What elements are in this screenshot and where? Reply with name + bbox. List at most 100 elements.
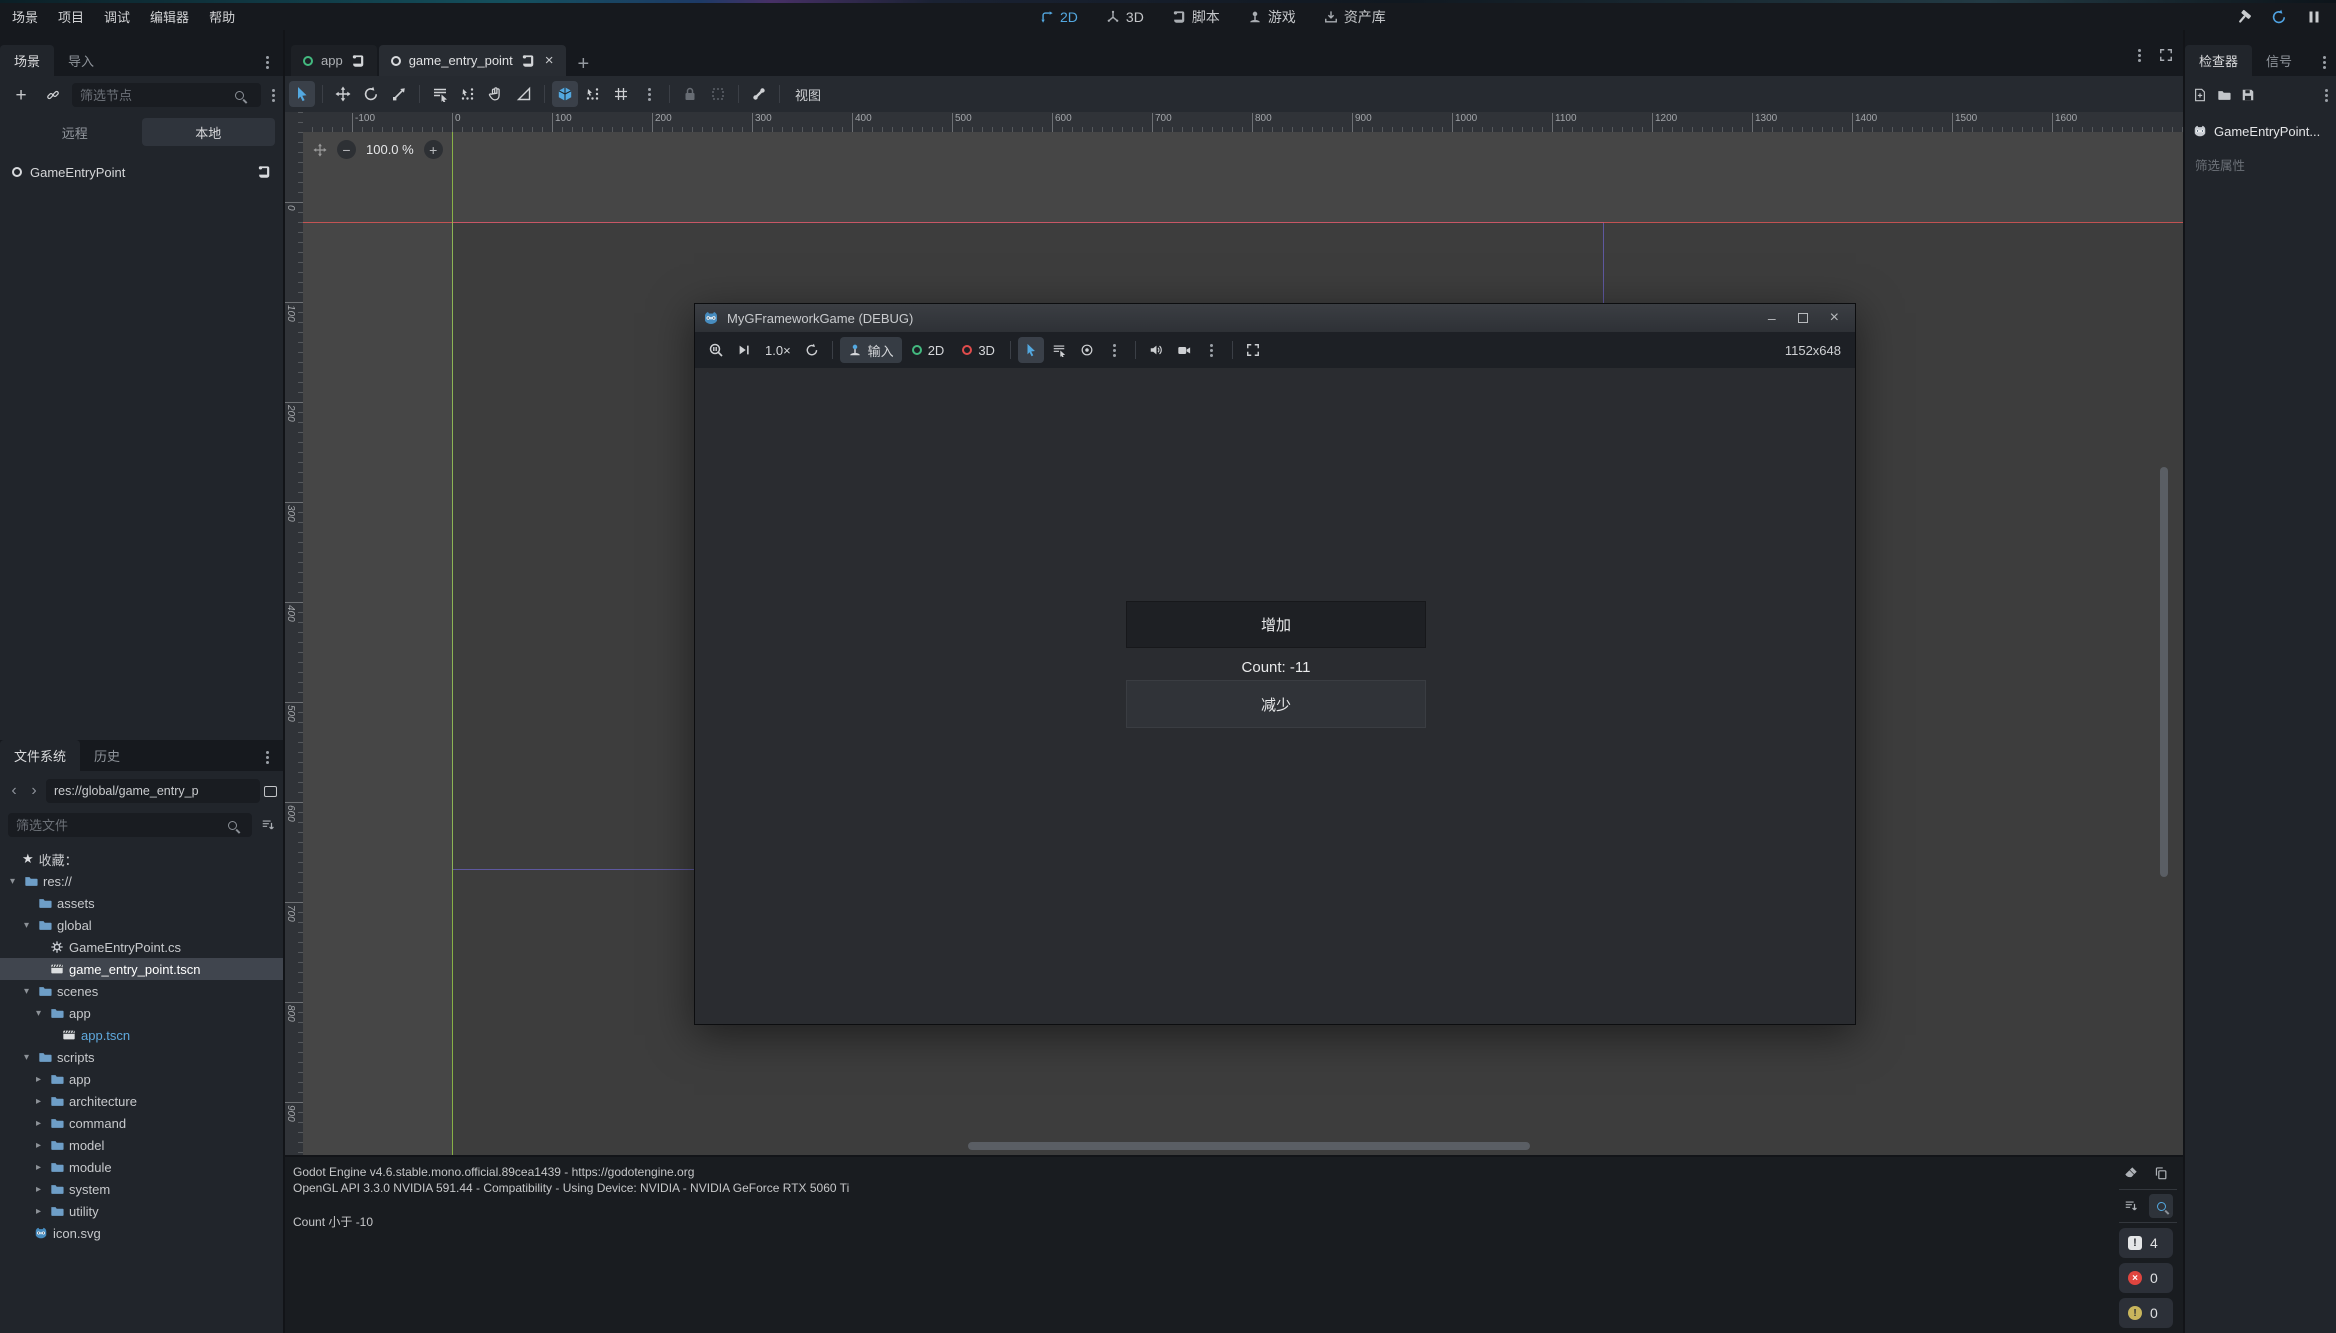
grid-snap-button[interactable] [608,81,634,107]
zoom-in-button[interactable]: + [424,140,443,159]
speed-label[interactable]: 1.0× [759,343,797,358]
chevron-right-icon[interactable]: ▸ [32,1140,45,1151]
embed-fullscreen-button[interactable] [1240,337,1266,363]
tree-item-system[interactable]: ▸system [0,1178,283,1200]
restart-icon[interactable] [2271,9,2287,25]
workspace-2d[interactable]: 2D [1040,9,1078,25]
tree-item-scenes[interactable]: ▾scenes [0,980,283,1002]
filesystem-menu-icon[interactable] [266,756,269,759]
scene-dock-menu-icon[interactable] [266,61,269,64]
tree-item-scripts-app[interactable]: ▸app [0,1068,283,1090]
select-tool-button[interactable] [289,81,315,107]
center-view-icon[interactable] [313,143,327,157]
new-resource-icon[interactable] [2193,88,2207,102]
expand-editor-icon[interactable] [2159,48,2173,62]
next-frame-button[interactable] [731,337,757,363]
increase-button[interactable]: 增加 [1126,601,1426,648]
tree-item-model[interactable]: ▸model [0,1134,283,1156]
menu-project[interactable]: 项目 [48,3,94,30]
tree-item-utility[interactable]: ▸utility [0,1200,283,1222]
debug-2d-button[interactable]: 2D [904,337,953,363]
snap-menu-button[interactable] [636,81,662,107]
scene-tree-root-node[interactable]: GameEntryPoint [4,160,279,184]
chevron-down-icon[interactable]: ▾ [32,1008,45,1019]
scene-tree-menu-icon[interactable] [272,94,275,97]
menu-scene[interactable]: 场景 [2,3,48,30]
lock-node-button[interactable] [677,81,703,107]
tree-item-architecture[interactable]: ▸architecture [0,1090,283,1112]
workspace-assetlib[interactable]: 资产库 [1324,7,1386,27]
menu-debug[interactable]: 调试 [94,3,140,30]
tab-signals[interactable]: 信号 [2252,45,2306,76]
path-field[interactable] [46,779,260,803]
group-node-button[interactable] [705,81,731,107]
tree-item-global[interactable]: ▾global [0,914,283,936]
tab-inspector[interactable]: 检查器 [2185,45,2252,76]
tree-item-module[interactable]: ▸module [0,1156,283,1178]
chevron-right-icon[interactable]: ▸ [32,1206,45,1217]
copy-output-button[interactable] [2149,1161,2173,1185]
tab-import[interactable]: 导入 [54,45,108,76]
camera-override-button[interactable] [1171,337,1197,363]
error-count-badge[interactable]: × 0 [2119,1263,2173,1293]
menu-editor[interactable]: 编辑器 [140,3,199,30]
debug-3d-button[interactable]: 3D [954,337,1003,363]
move-tool-button[interactable] [330,81,356,107]
inspected-node-row[interactable]: GameEntryPoint... [2185,118,2336,144]
search-output-button[interactable] [2149,1194,2173,1218]
debug-break-button[interactable] [703,337,729,363]
tab-filesystem[interactable]: 文件系统 [0,740,80,771]
resource-menu-icon[interactable] [2325,94,2328,97]
right-splitter[interactable] [2183,30,2185,1333]
chevron-right-icon[interactable]: ▸ [32,1118,45,1129]
tree-item-gameentrypoint-cs[interactable]: GameEntryPoint.cs [0,936,283,958]
workspace-3d[interactable]: 3D [1106,9,1144,25]
list-select-button[interactable] [427,81,453,107]
workspace-script[interactable]: 脚本 [1172,7,1220,27]
tree-item-scripts[interactable]: ▾scripts [0,1046,283,1068]
left-splitter[interactable] [283,30,285,1333]
tree-item-res-root[interactable]: ▾res:// [0,870,283,892]
list-select-button[interactable] [1046,337,1072,363]
pan-tool-button[interactable] [483,81,509,107]
tree-item-game-entry-point-tscn[interactable]: game_entry_point.tscn [0,958,283,980]
reset-speed-button[interactable] [799,337,825,363]
instance-scene-button[interactable] [40,82,66,108]
pause-icon[interactable] [2306,9,2322,25]
warning-count-badge[interactable]: ! 0 [2119,1298,2173,1328]
inspector-menu-icon[interactable] [2323,61,2326,64]
tab-game-entry-point-scene[interactable]: game_entry_point × [379,45,566,76]
local-button[interactable]: 本地 [142,118,276,146]
tree-item-app-tscn[interactable]: app.tscn [0,1024,283,1046]
chevron-down-icon[interactable]: ▾ [6,876,19,887]
chevron-right-icon[interactable]: ▸ [32,1074,45,1085]
tree-item-command[interactable]: ▸command [0,1112,283,1134]
filter-files-input[interactable] [8,813,252,837]
nav-back-icon[interactable]: ‹ [6,782,22,800]
tree-item-scenes-app[interactable]: ▾app [0,1002,283,1024]
snap-options-button[interactable] [580,81,606,107]
save-resource-icon[interactable] [2241,88,2255,102]
message-count-badge[interactable]: ! 4 [2119,1228,2173,1258]
attached-script-icon[interactable] [257,165,271,179]
chevron-right-icon[interactable]: ▸ [32,1184,45,1195]
mute-audio-button[interactable] [1143,337,1169,363]
add-node-button[interactable]: + [8,82,34,108]
close-tab-icon[interactable]: × [545,52,554,69]
tab-history[interactable]: 历史 [80,740,134,771]
new-tab-button[interactable]: + [578,53,590,76]
view-menu-button[interactable]: 视图 [787,85,829,104]
ruler-tool-button[interactable] [511,81,537,107]
chevron-down-icon[interactable]: ▾ [20,920,33,931]
zoom-out-button[interactable]: − [337,140,356,159]
game-window-titlebar[interactable]: MyGFrameworkGame (DEBUG) – × [695,304,1855,332]
decrease-button[interactable]: 减少 [1126,680,1426,728]
workspace-game[interactable]: 游戏 [1248,7,1296,27]
snap-select-button[interactable] [455,81,481,107]
maximize-icon[interactable] [1798,313,1808,323]
menu-help[interactable]: 帮助 [199,3,245,30]
smart-snap-button[interactable] [552,81,578,107]
chevron-down-icon[interactable]: ▾ [20,986,33,997]
filter-nodes-input[interactable] [72,83,261,107]
sort-files-icon[interactable] [261,818,275,832]
